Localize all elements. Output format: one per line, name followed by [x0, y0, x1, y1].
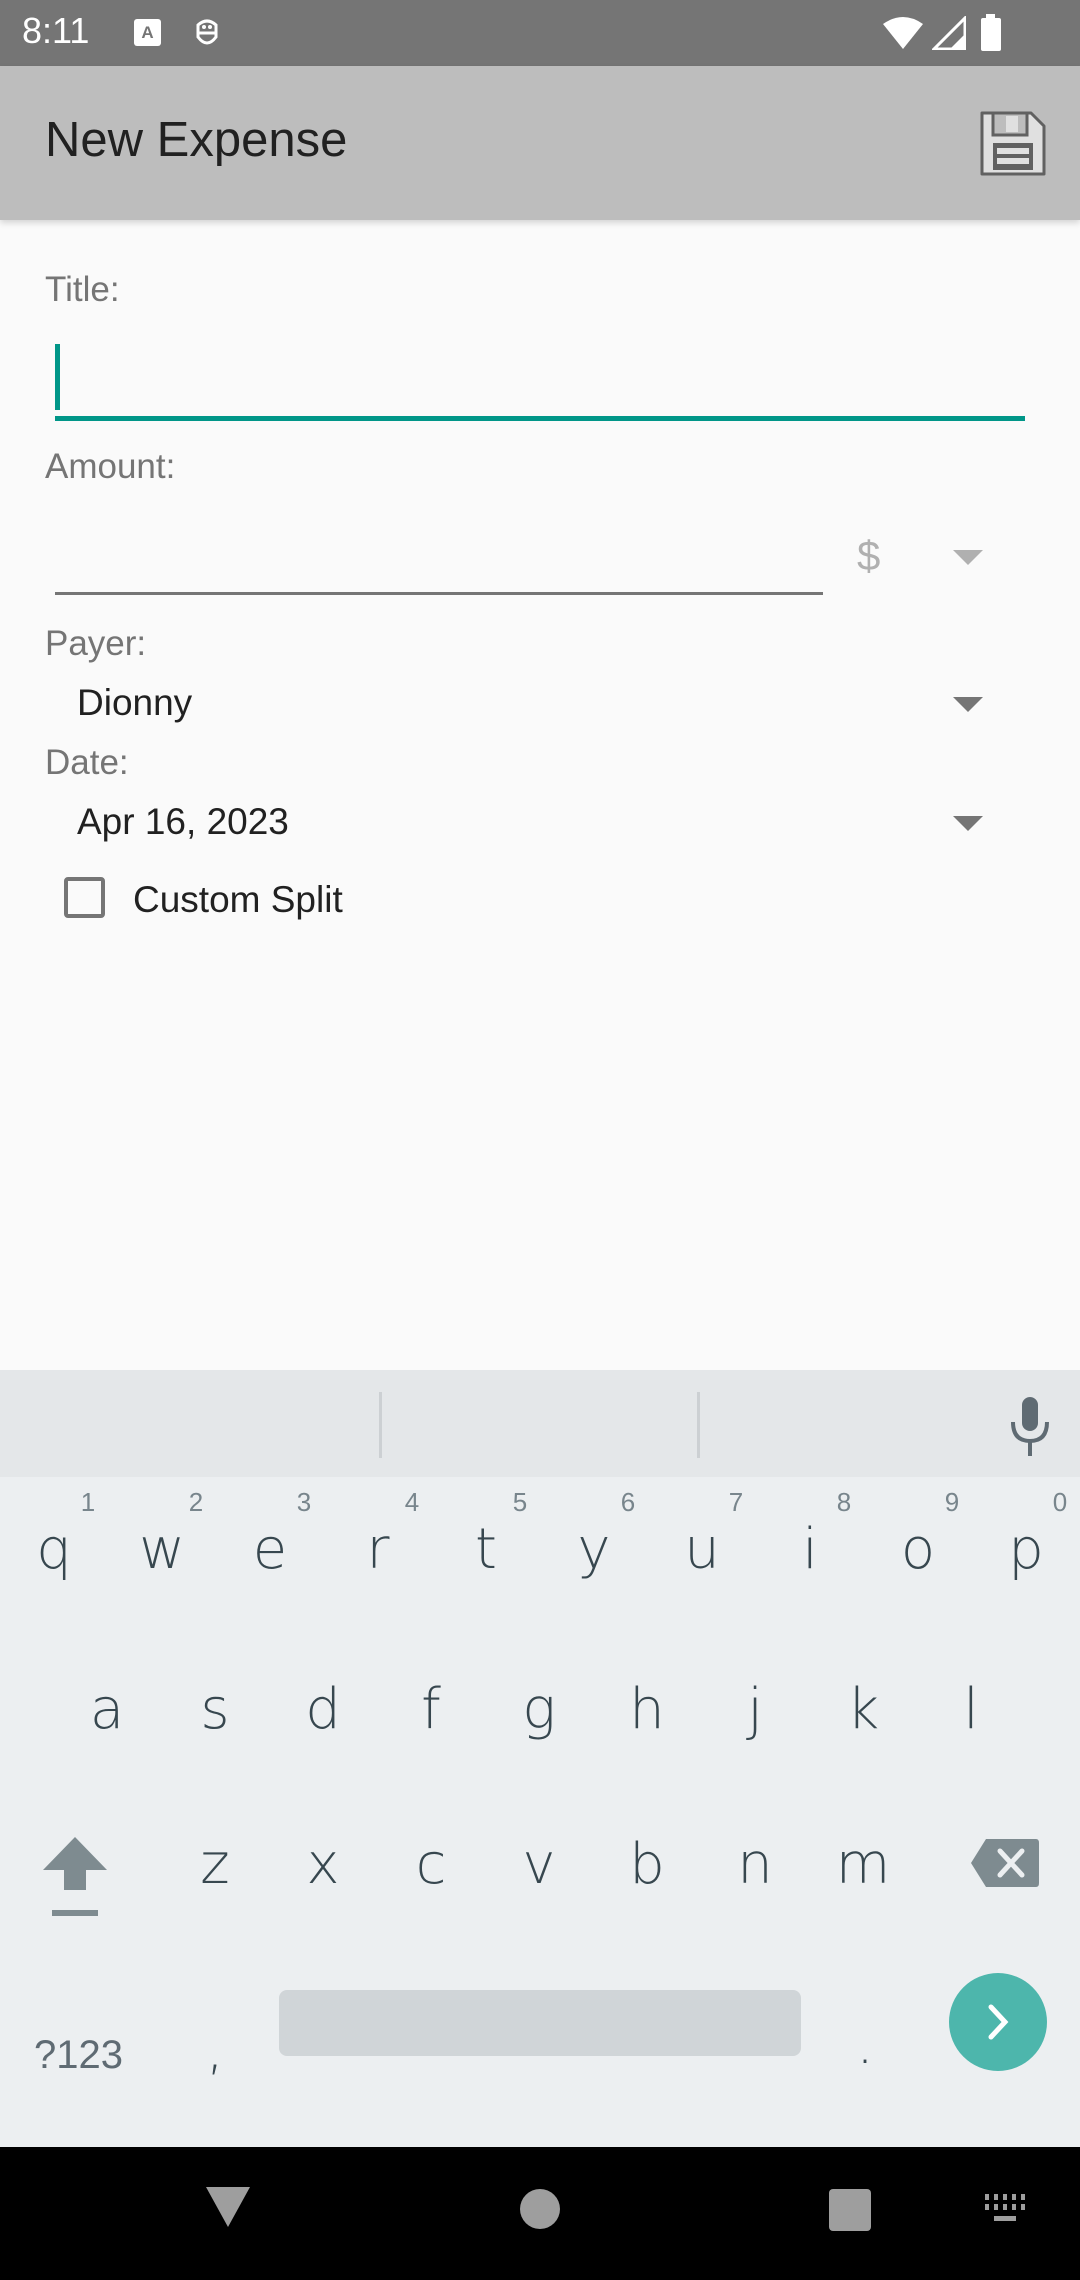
key-e[interactable]: e: [220, 1517, 320, 1582]
key-m[interactable]: m: [813, 1832, 913, 1897]
keyboard-a-icon: A: [134, 19, 161, 46]
shift-key[interactable]: [40, 1835, 110, 1925]
key-j[interactable]: j: [705, 1677, 805, 1742]
payer-dropdown[interactable]: Dionny: [45, 672, 1000, 740]
text-cursor: [55, 344, 60, 410]
navigation-bar: [0, 2147, 1080, 2280]
home-icon[interactable]: [520, 2189, 560, 2229]
date-label: Date:: [45, 743, 129, 782]
key-t[interactable]: t: [436, 1517, 536, 1582]
key-l[interactable]: l: [921, 1677, 1021, 1742]
recents-icon[interactable]: [829, 2189, 871, 2231]
title-input[interactable]: [55, 330, 1025, 422]
amount-underline: [55, 592, 823, 595]
key-hint: 1: [80, 1487, 96, 1517]
key-hint: 8: [836, 1487, 852, 1517]
key-row-3: zxcvbnm: [0, 1807, 1080, 1977]
date-dropdown[interactable]: Apr 16, 2023: [45, 790, 1000, 858]
status-bar: 8:11 A: [0, 0, 1080, 66]
title-label: Title:: [45, 270, 120, 309]
key-hint: 6: [620, 1487, 636, 1517]
status-time: 8:11: [22, 10, 90, 51]
page-title: New Expense: [45, 113, 348, 167]
key-w[interactable]: w: [112, 1517, 212, 1582]
key-hint: 2: [188, 1487, 204, 1517]
key-hint: 9: [944, 1487, 960, 1517]
key-d[interactable]: d: [273, 1677, 373, 1742]
key-i[interactable]: i: [760, 1517, 860, 1582]
key-o[interactable]: o: [868, 1517, 968, 1582]
comma-key[interactable]: ,: [165, 2017, 265, 2082]
enter-next-button[interactable]: [949, 1973, 1047, 2071]
key-q[interactable]: q: [4, 1517, 104, 1582]
payer-label: Payer:: [45, 624, 147, 663]
chevron-down-icon: [953, 816, 983, 831]
key-hint: 4: [404, 1487, 420, 1517]
key-z[interactable]: z: [165, 1832, 265, 1897]
key-x[interactable]: x: [273, 1832, 373, 1897]
debug-bot-icon: [196, 19, 218, 45]
checkbox-box: [64, 877, 105, 918]
app-bar: New Expense: [0, 66, 1080, 220]
key-row-2: asdfghjkl: [0, 1647, 1080, 1807]
title-underline: [55, 416, 1025, 421]
date-value: Apr 16, 2023: [77, 801, 289, 842]
currency-symbol: $: [857, 532, 881, 579]
battery-icon: [981, 14, 1001, 51]
key-v[interactable]: v: [489, 1832, 589, 1897]
key-h[interactable]: h: [597, 1677, 697, 1742]
microphone-icon[interactable]: [1008, 1397, 1052, 1457]
key-c[interactable]: c: [381, 1832, 481, 1897]
currency-dropdown[interactable]: $: [840, 520, 1000, 596]
period-key[interactable]: .: [815, 2012, 915, 2077]
key-k[interactable]: k: [813, 1677, 913, 1742]
cell-signal-icon: [932, 16, 966, 50]
key-row-4: ?123 , .: [0, 1973, 1080, 2147]
key-s[interactable]: s: [165, 1677, 265, 1742]
key-a[interactable]: a: [57, 1677, 157, 1742]
chevron-right-icon: [988, 2004, 1009, 2040]
space-bar[interactable]: [279, 1990, 801, 2056]
suggestion-divider: [697, 1392, 700, 1458]
backspace-key[interactable]: [970, 1837, 1040, 1889]
chevron-down-icon: [953, 697, 983, 712]
key-r[interactable]: r: [328, 1517, 428, 1582]
key-row-1: 1q 2w 3e 4r 5t 6y 7u 8i 9o 0p: [0, 1487, 1080, 1647]
key-u[interactable]: u: [652, 1517, 752, 1582]
custom-split-label: Custom Split: [133, 879, 343, 920]
suggestion-strip: [0, 1370, 1080, 1477]
wifi-icon: [883, 17, 923, 49]
amount-label: Amount:: [45, 447, 176, 486]
key-f[interactable]: f: [381, 1677, 481, 1742]
symbols-key[interactable]: ?123: [34, 2033, 123, 2078]
payer-value: Dionny: [77, 682, 193, 723]
custom-split-checkbox[interactable]: Custom Split: [55, 866, 375, 934]
back-icon[interactable]: [206, 2187, 250, 2229]
save-icon[interactable]: [979, 110, 1047, 178]
svg-text:A: A: [141, 23, 153, 42]
key-hint: 3: [296, 1487, 312, 1517]
key-p[interactable]: p: [976, 1517, 1076, 1582]
key-hint: 0: [1052, 1487, 1068, 1517]
key-y[interactable]: y: [544, 1517, 644, 1582]
soft-keyboard: 1q 2w 3e 4r 5t 6y 7u 8i 9o 0p asdfghjkl zxcvbnm ?…: [0, 1370, 1080, 2147]
key-hint: 7: [728, 1487, 744, 1517]
key-g[interactable]: g: [489, 1677, 589, 1742]
chevron-down-icon: [953, 550, 983, 565]
key-n[interactable]: n: [705, 1832, 805, 1897]
keyboard-switch-icon[interactable]: [985, 2194, 1029, 2228]
amount-input[interactable]: [55, 520, 823, 596]
suggestion-slot[interactable]: [382, 1370, 698, 1477]
key-hint: 5: [512, 1487, 528, 1517]
suggestion-slot[interactable]: [0, 1370, 380, 1477]
key-b[interactable]: b: [597, 1832, 697, 1897]
